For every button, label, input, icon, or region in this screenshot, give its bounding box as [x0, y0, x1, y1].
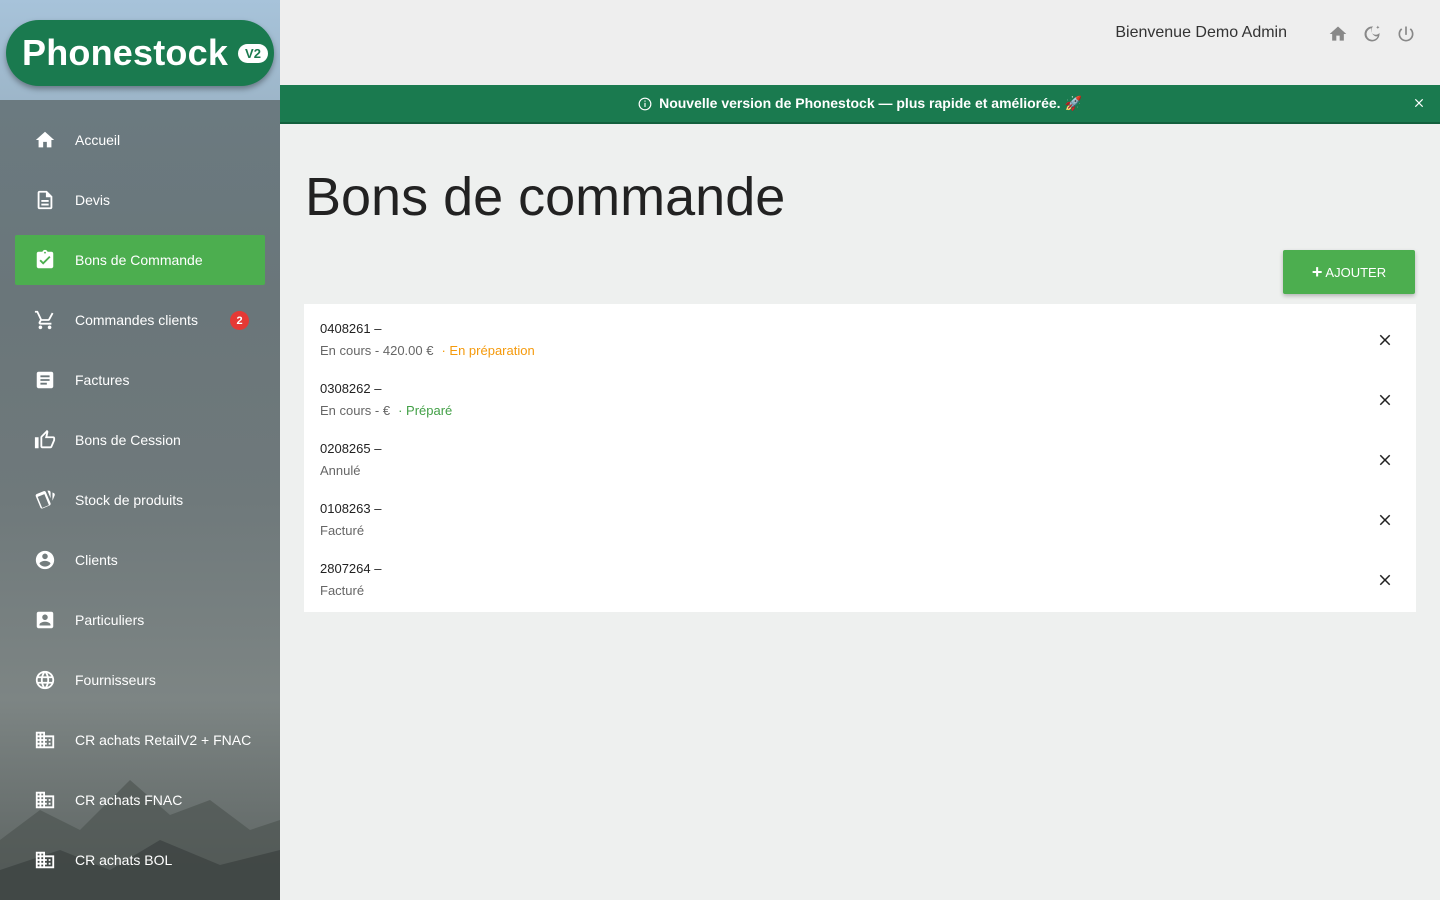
sidebar-item-label: CR achats RetailV2 + FNAC [75, 732, 252, 748]
sidebar-item-label: Commandes clients [75, 312, 198, 328]
order-status-line: En cours - € · Préparé [320, 403, 452, 418]
sidebar-item-label: CR achats FNAC [75, 792, 183, 808]
order-reference: 0108263 – [320, 501, 382, 516]
sidebar-item-label: Stock de produits [75, 492, 184, 508]
sidebar-item-fournisseurs[interactable]: Fournisseurs [15, 655, 265, 705]
order-status: Facturé [320, 583, 365, 598]
sidebar-item-bons-de-cession[interactable]: Bons de Cession [15, 415, 265, 465]
document-icon [33, 188, 57, 212]
welcome-text: Bienvenue Demo Admin [1115, 24, 1287, 41]
sidebar-item-accueil[interactable]: Accueil [15, 115, 265, 165]
add-button-label: AJOUTER [1325, 264, 1387, 280]
delete-icon[interactable] [1376, 571, 1394, 589]
announcement-banner: Nouvelle version de Phonestock — plus ra… [280, 85, 1440, 124]
close-icon[interactable] [1412, 96, 1426, 110]
building-icon [33, 728, 57, 752]
order-status-tag: · En préparation [441, 343, 535, 358]
sidebar-item-label: Particuliers [75, 612, 145, 628]
sidebar-item-label: Devis [75, 192, 111, 208]
delete-icon[interactable] [1376, 451, 1394, 469]
header-actions [1328, 24, 1416, 44]
delete-icon[interactable] [1376, 391, 1394, 409]
list-item[interactable]: 0308262 – En cours - € · Préparé [304, 376, 1416, 436]
page-title: Bons de commande [305, 167, 786, 227]
sidebar-item-label: Bons de Commande [75, 252, 203, 268]
sidebar-item-bons-de-commande[interactable]: Bons de Commande [15, 235, 265, 285]
sidebar-item-label: Bons de Cession [75, 432, 181, 448]
brand-name: Phonestock [22, 32, 229, 73]
info-icon [638, 97, 652, 111]
thumb-up-icon [33, 428, 57, 452]
order-status: Facturé [320, 523, 365, 538]
sidebar-item-clients[interactable]: Clients [15, 535, 265, 585]
home-icon[interactable] [1328, 24, 1348, 44]
sidebar-item-label: CR achats BOL [75, 852, 173, 868]
version-badge: V2 [238, 43, 268, 63]
list-item[interactable]: 2807264 – Facturé [304, 556, 1416, 616]
delete-icon[interactable] [1376, 511, 1394, 529]
list-item[interactable]: 0208265 – Annulé [304, 436, 1416, 496]
invoice-icon [33, 368, 57, 392]
sidebar-item-cr-achats-retailv2-fnac[interactable]: CR achats RetailV2 + FNAC [15, 715, 265, 765]
order-status: En cours - € [320, 403, 391, 418]
add-button[interactable]: + AJOUTER [1283, 250, 1415, 294]
account-circle-icon [33, 548, 57, 572]
building-icon [33, 848, 57, 872]
top-header: Bienvenue Demo Admin [280, 0, 1440, 85]
list-item[interactable]: 0408261 – En cours - 420.00 € · En prépar… [304, 316, 1416, 376]
brand-logo[interactable]: Phonestock V2 [6, 20, 274, 86]
clipboard-check-icon [33, 248, 57, 272]
notification-badge: 2 [230, 311, 249, 330]
plus-icon: + [1311, 261, 1323, 282]
sidebar: Phonestock V2 Accueil Devis Bons de Comm… [0, 0, 280, 900]
delete-icon[interactable] [1376, 331, 1394, 349]
sidebar-item-devis[interactable]: Devis [15, 175, 265, 225]
sidebar-item-commandes-clients[interactable]: Commandes clients 2 [15, 295, 265, 345]
cards-icon [33, 488, 57, 512]
order-status-line: Facturé [320, 523, 364, 538]
sidebar-item-cr-achats-fnac[interactable]: CR achats FNAC [15, 775, 265, 825]
list-item[interactable]: 0108263 – Facturé [304, 496, 1416, 556]
globe-icon [33, 668, 57, 692]
order-status-line: Facturé [320, 583, 364, 598]
orders-list: 0408261 – En cours - 420.00 € · En prépar… [304, 304, 1416, 612]
building-icon [33, 788, 57, 812]
order-reference: 0208265 – [320, 441, 382, 456]
sidebar-item-particuliers[interactable]: Particuliers [15, 595, 265, 645]
sidebar-item-label: Clients [75, 552, 118, 568]
order-status: En cours - 420.00 € [320, 343, 434, 358]
cart-icon [33, 308, 57, 332]
order-status: Annulé [320, 463, 361, 478]
account-box-icon [33, 608, 57, 632]
order-status-line: Annulé [320, 463, 360, 478]
order-reference: 0308262 – [320, 381, 382, 396]
order-status-line: En cours - 420.00 € · En préparation [320, 343, 535, 358]
sidebar-item-stock-de-produits[interactable]: Stock de produits [15, 475, 265, 525]
sidebar-nav: Accueil Devis Bons de Commande Commandes… [15, 115, 265, 895]
banner-text: Nouvelle version de Phonestock — plus ra… [659, 95, 1082, 111]
order-reference: 0408261 – [320, 321, 382, 336]
sidebar-item-label: Accueil [75, 132, 121, 148]
order-reference: 2807264 – [320, 561, 382, 576]
sidebar-item-label: Factures [75, 372, 130, 388]
sidebar-item-factures[interactable]: Factures [15, 355, 265, 405]
dark-mode-icon[interactable] [1362, 24, 1382, 44]
sidebar-item-label: Fournisseurs [75, 672, 156, 688]
power-icon[interactable] [1396, 24, 1416, 44]
order-status-tag: · Préparé [398, 403, 453, 418]
sidebar-item-cr-achats-bol[interactable]: CR achats BOL [15, 835, 265, 885]
home-icon [33, 128, 57, 152]
